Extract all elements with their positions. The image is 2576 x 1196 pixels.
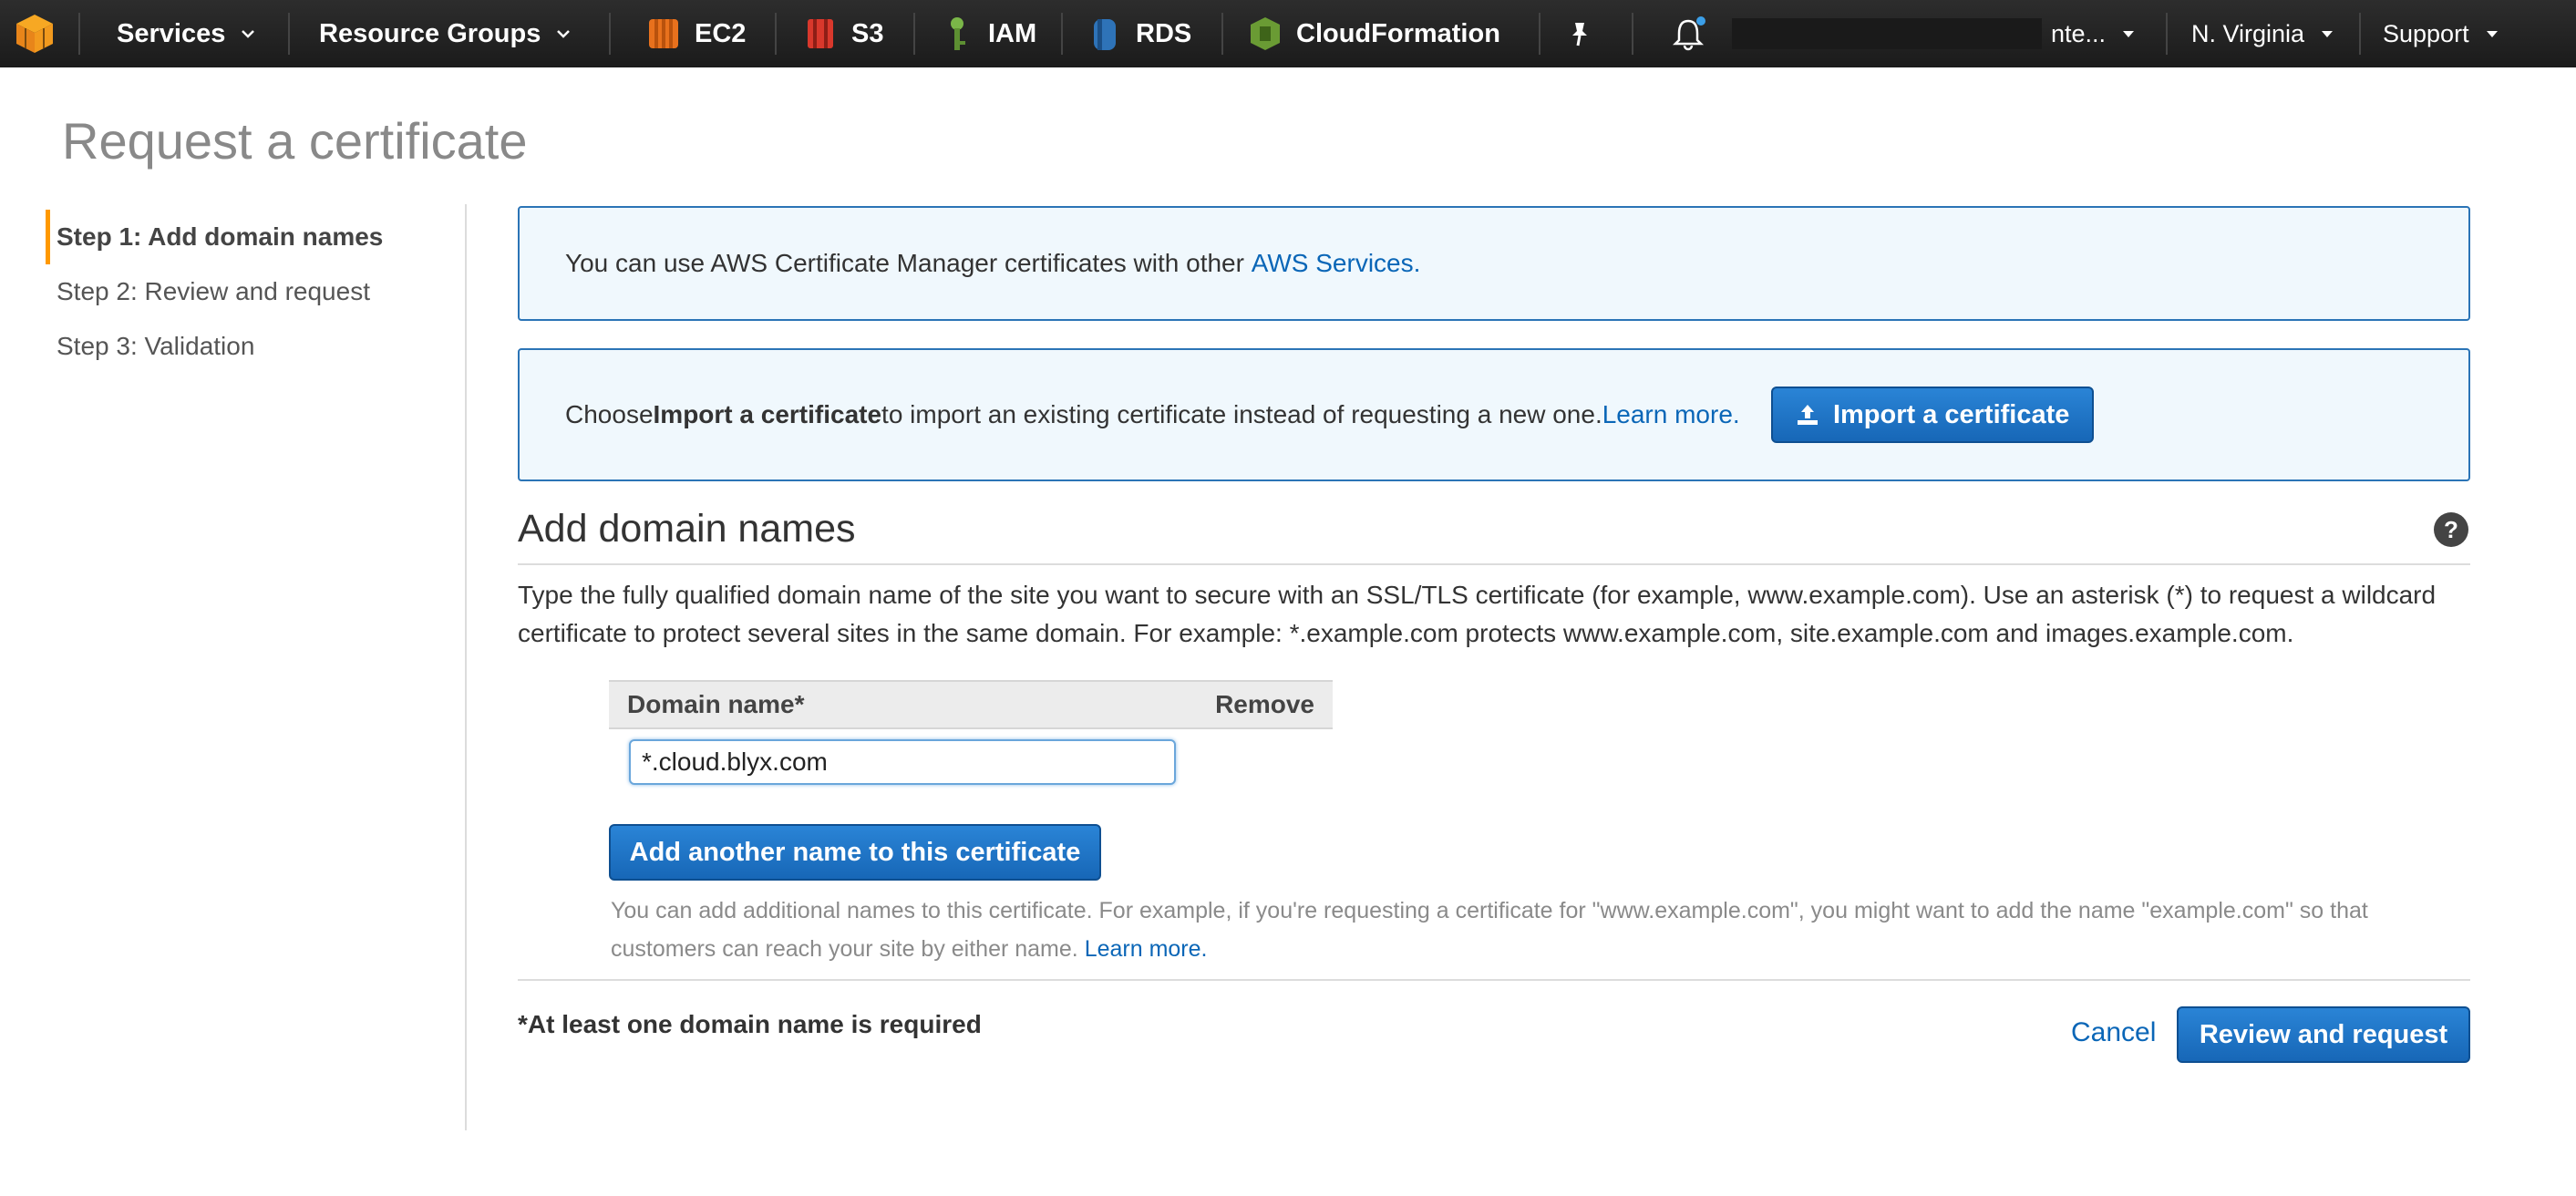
import-certificate-button[interactable]: Import a certificate [1770, 387, 2094, 443]
domain-name-input[interactable] [629, 739, 1176, 785]
column-domain-name: Domain name* [627, 690, 805, 718]
import-certificate-label: Import a certificate [1832, 399, 2070, 429]
chevron-down-icon [557, 30, 571, 38]
add-another-name-button[interactable]: Add another name to this certificate [609, 824, 1101, 881]
shortcut-rds[interactable]: RDS [1087, 0, 1191, 67]
svg-text:?: ? [2444, 516, 2458, 543]
resource-groups-label: Resource Groups [319, 18, 541, 48]
nav-separator [1632, 13, 1633, 55]
nav-separator [2359, 13, 2361, 55]
region-label: N. Virginia [2191, 19, 2305, 47]
iam-label: IAM [988, 18, 1037, 48]
nav-separator [775, 13, 777, 55]
services-label: Services [117, 18, 226, 48]
review-and-request-button[interactable]: Review and request [2177, 1006, 2470, 1063]
info-import-bold: Import a certificate [653, 400, 882, 428]
upload-icon [1797, 405, 1818, 425]
shortcut-s3[interactable]: S3 [802, 0, 883, 67]
info-import-text-after: to import an existing certificate instea… [881, 400, 1602, 428]
s3-label: S3 [851, 18, 884, 48]
step-review-and-request[interactable]: Step 2: Review and request [46, 264, 456, 319]
cancel-link[interactable]: Cancel [2071, 1017, 2156, 1048]
aws-cube-icon[interactable] [13, 11, 57, 55]
step-validation[interactable]: Step 3: Validation [46, 319, 456, 374]
iam-key-icon [951, 17, 965, 50]
domain-names-table: Domain name* Remove [609, 680, 1333, 729]
nav-separator [913, 13, 915, 55]
required-note: *At least one domain name is required [518, 1010, 982, 1038]
section-title: Add domain names [518, 507, 856, 551]
section-divider [518, 563, 2470, 565]
caret-down-icon [2123, 31, 2135, 37]
add-names-hint-text: You can add additional names to this cer… [611, 898, 2368, 962]
chevron-down-icon [242, 30, 255, 38]
import-learn-more-link[interactable]: Learn more. [1602, 400, 1740, 429]
caret-down-icon [2322, 31, 2334, 37]
top-navigation: Services Resource Groups EC2 S3 IAM RDS … [0, 0, 2576, 67]
bell-icon [1672, 16, 1705, 51]
step-add-domain-names[interactable]: Step 1: Add domain names [46, 210, 456, 264]
rds-database-icon [1094, 19, 1116, 50]
ec2-label: EC2 [695, 18, 747, 48]
info-import-certificate: Choose Import a certificate to import an… [518, 348, 2470, 481]
redacted-account-area [1732, 18, 2042, 49]
nav-separator [609, 13, 611, 55]
ec2-icon [649, 19, 678, 48]
nav-separator [1221, 13, 1223, 55]
pin-button[interactable] [1566, 0, 1593, 67]
caret-down-icon [2486, 31, 2498, 37]
support-menu[interactable]: Support [2383, 0, 2500, 67]
sidebar-divider [465, 204, 467, 1130]
info-import-text-before: Choose [565, 400, 654, 428]
nav-separator [1061, 13, 1063, 55]
notifications-button[interactable] [1670, 0, 1706, 67]
nav-separator [1539, 13, 1540, 55]
add-names-hint: You can add additional names to this cer… [611, 892, 2470, 968]
section-description: Type the fully qualified domain name of … [518, 581, 2437, 647]
pin-icon [1572, 23, 1587, 46]
column-remove: Remove [1215, 690, 1314, 718]
cloudformation-label: CloudFormation [1296, 18, 1500, 48]
wizard-steps: Step 1: Add domain names Step 2: Review … [46, 210, 456, 374]
shortcut-ec2[interactable]: EC2 [645, 0, 746, 67]
account-label: nte... [2051, 19, 2107, 47]
info-aws-services: You can use AWS Certificate Manager cert… [518, 206, 2470, 321]
page-title: Request a certificate [62, 112, 528, 170]
info-aws-services-text: You can use AWS Certificate Manager cert… [565, 249, 1244, 277]
shortcut-cloudformation[interactable]: CloudFormation [1247, 0, 1500, 67]
aws-services-link[interactable]: AWS Services. [1252, 249, 1421, 278]
support-label: Support [2383, 19, 2469, 47]
footer-divider [518, 979, 2470, 981]
services-menu[interactable]: Services [117, 0, 256, 67]
account-menu[interactable]: nte... [2051, 0, 2137, 67]
hint-learn-more-link[interactable]: Learn more. [1085, 936, 1208, 962]
s3-icon [808, 19, 833, 48]
resource-groups-menu[interactable]: Resource Groups [319, 0, 572, 67]
nav-separator [78, 13, 80, 55]
rds-label: RDS [1136, 18, 1192, 48]
nav-separator [288, 13, 290, 55]
nav-separator [2166, 13, 2168, 55]
cloudformation-icon [1251, 17, 1280, 50]
region-menu[interactable]: N. Virginia [2191, 0, 2335, 67]
shortcut-iam[interactable]: IAM [939, 0, 1036, 67]
help-icon[interactable]: ? [2432, 510, 2470, 549]
domain-table-header: Domain name* Remove [609, 680, 1333, 729]
